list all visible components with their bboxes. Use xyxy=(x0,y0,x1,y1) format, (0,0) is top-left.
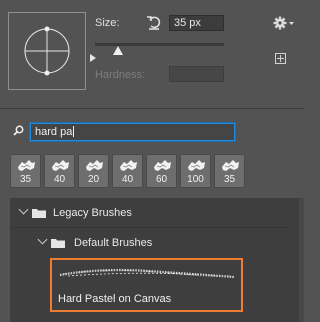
brush-tip-icon xyxy=(120,160,137,171)
angle-arrow-icon[interactable] xyxy=(90,54,96,62)
folder-icon xyxy=(32,209,46,218)
text-caret xyxy=(73,126,75,137)
brush-angle-roundness-icon xyxy=(24,26,70,76)
brush-tip-icon xyxy=(188,160,205,171)
recent-brush-thumbnail[interactable]: 40 xyxy=(112,154,143,188)
folder-label: Legacy Brushes xyxy=(53,207,132,219)
recent-brushes: 35 40 20 40 60 100 35 xyxy=(10,154,245,190)
brush-size-label: 35 xyxy=(223,174,236,185)
recent-brush-thumbnail[interactable]: 40 xyxy=(44,154,75,188)
brush-size-label: 100 xyxy=(187,174,204,185)
folder-row-default-brushes[interactable]: Default Brushes xyxy=(10,228,288,256)
recent-brush-thumbnail[interactable]: 35 xyxy=(214,154,245,188)
chevron-down-icon[interactable] xyxy=(37,234,48,245)
recent-brush-thumbnail[interactable]: 100 xyxy=(180,154,211,188)
brush-size-label: 40 xyxy=(53,174,66,185)
brush-tip-icon xyxy=(222,160,239,171)
brush-size-label: 35 xyxy=(19,174,32,185)
chevron-down-icon[interactable] xyxy=(18,204,29,215)
search-text: hard pa xyxy=(35,126,73,138)
brush-settings-panel: Size: 35 px Hardness: xyxy=(0,0,304,108)
search-input[interactable]: hard pa xyxy=(30,123,235,141)
size-label: Size: xyxy=(95,17,120,29)
brush-tip-icon xyxy=(52,160,69,171)
brush-list: Legacy Brushes Default Brushes Hard Past… xyxy=(10,198,304,322)
brush-angle-roundness-widget[interactable] xyxy=(8,12,86,90)
recent-brush-thumbnail[interactable]: 35 xyxy=(10,154,41,188)
brush-stroke-preview xyxy=(59,268,235,279)
gear-icon[interactable] xyxy=(273,15,295,31)
size-input[interactable]: 35 px xyxy=(169,15,224,31)
hardness-label: Hardness: xyxy=(95,69,146,81)
search-icon xyxy=(13,125,24,136)
brush-tip-icon xyxy=(18,160,35,171)
hardness-input[interactable] xyxy=(169,66,224,82)
folder-label: Default Brushes xyxy=(74,237,153,249)
folder-row-legacy-brushes[interactable]: Legacy Brushes xyxy=(10,198,288,226)
brush-name: Hard Pastel on Canvas xyxy=(58,293,172,305)
brush-size-label: 40 xyxy=(121,174,134,185)
brush-tip-icon xyxy=(154,160,171,171)
brush-tip-icon xyxy=(86,160,103,171)
recent-brush-thumbnail[interactable]: 60 xyxy=(146,154,177,188)
size-slider-thumb[interactable] xyxy=(113,46,124,55)
brush-preset-item[interactable]: Hard Pastel on Canvas xyxy=(50,258,243,312)
brush-size-label: 60 xyxy=(155,174,168,185)
recent-brush-thumbnail[interactable]: 20 xyxy=(78,154,109,188)
brush-size-label: 20 xyxy=(87,174,100,185)
scrollbar[interactable] xyxy=(299,198,304,322)
folder-icon xyxy=(51,239,65,248)
new-preset-icon[interactable] xyxy=(275,53,286,64)
search-area: hard pa xyxy=(0,109,304,154)
reset-icon[interactable] xyxy=(146,14,162,30)
